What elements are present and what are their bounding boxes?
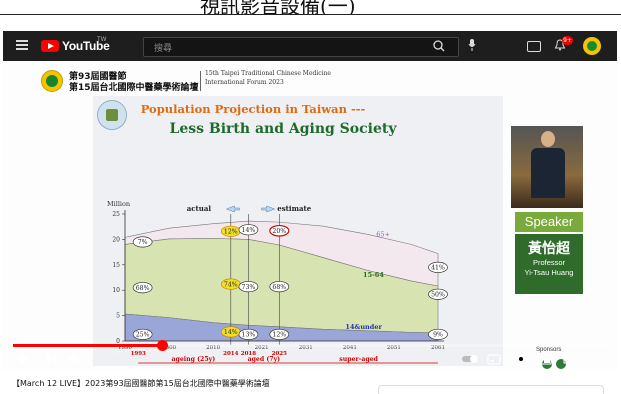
youtube-logo-icon[interactable] (41, 40, 59, 52)
play-icon[interactable] (20, 353, 30, 365)
fullscreen-icon[interactable] (589, 352, 603, 366)
create-video-icon[interactable] (527, 41, 541, 52)
y-tick-label: 20 (112, 236, 120, 243)
y-tick-label: 25 (112, 211, 120, 218)
y-tick-label: 5 (116, 313, 120, 320)
avatar[interactable] (583, 37, 601, 55)
legend-estimate: estimate (277, 204, 311, 213)
document-caption-text: 視訊影音設備(一) (200, 0, 356, 15)
youtube-header: YouTube TW 搜尋 9+ (3, 31, 617, 61)
microphone-icon[interactable] (468, 39, 476, 51)
forum-line-1: 15th Taipei Traditional Chinese Medicine (205, 70, 331, 77)
percent-label: 74% (224, 281, 238, 288)
org-line-2: 第15屆台北國際中醫藥學術論壇 (69, 83, 199, 93)
speaker-title: Professor (532, 258, 566, 267)
autoplay-toggle-icon[interactable] (461, 352, 479, 366)
y-tick-label: 15 (112, 262, 120, 269)
percent-label: 12% (272, 332, 286, 339)
forum-logo-icon (41, 70, 63, 92)
settings-icon[interactable] (514, 352, 528, 366)
speaker-photo (511, 126, 583, 208)
search-placeholder: 搜尋 (154, 44, 173, 54)
progress-fill (13, 344, 162, 347)
speaker-name-en: Yi-Tsau Huang (524, 268, 574, 277)
era-label: super-aged (339, 356, 378, 363)
video-frame[interactable]: 第93屆國醫節 第15屆台北國際中醫藥學術論壇 15th Taipei Trad… (3, 61, 617, 370)
forum-line-2: International Forum 2023 (205, 79, 284, 86)
era-label: ageing (25y) (171, 356, 215, 363)
legend-actual: actual (187, 204, 212, 213)
x-tick-label-red: 2014 (223, 351, 238, 357)
document-caption: 視訊影音設備(一) (0, 0, 621, 15)
percent-label: 68% (272, 284, 286, 291)
volume-icon[interactable] (67, 353, 81, 365)
menu-icon[interactable] (16, 40, 28, 50)
percent-label: 41% (431, 265, 445, 272)
arrow-left-icon (225, 205, 240, 213)
notification-badge: 9+ (562, 36, 573, 45)
percent-label: 7% (138, 239, 148, 246)
scrubber-handle[interactable] (156, 340, 168, 351)
y-tick-label: 10 (112, 287, 120, 294)
search-icon[interactable] (421, 37, 457, 55)
region-label-15-64: 15-64 (363, 271, 384, 279)
region-label-14-under: 14&under (345, 323, 382, 331)
next-icon[interactable] (45, 353, 57, 365)
speaker-name: 黃怡超 (528, 241, 570, 257)
population-chart: 0510152025Million1990 2000 2010 2021 2031 204… (107, 200, 448, 364)
percent-label: 68% (136, 285, 150, 292)
progress-bar[interactable] (13, 340, 607, 351)
header-divider (200, 71, 201, 91)
search-input[interactable]: 搜尋 (143, 37, 459, 57)
video-title[interactable]: 【March 12 LIVE】2023第93屆國醫節第15屆台北國際中醫藥學術論… (12, 378, 270, 389)
region-label-65: 65+ (376, 230, 390, 238)
miniplayer-icon[interactable] (538, 352, 552, 366)
percent-label: 50% (431, 291, 445, 298)
video-player[interactable]: YouTube TW 搜尋 9+ 第93屆國醫節 第15屆台北國際中醫藥學術論壇… (3, 31, 617, 370)
presentation-slide: Population Projection in Taiwan --- Less… (93, 96, 503, 366)
percent-label: 13% (242, 332, 256, 339)
speaker-card: 黃怡超 Professor Yi-Tsau Huang (515, 234, 583, 294)
percent-label: 73% (242, 284, 256, 291)
percent-label: 9% (433, 332, 443, 339)
subtitles-icon[interactable] (487, 352, 501, 366)
region-code: TW (97, 36, 107, 43)
speaker-label: Speaker (515, 212, 583, 232)
percent-label: 14% (242, 227, 256, 234)
percent-label: 20% (272, 228, 286, 235)
percent-label: 12% (224, 228, 238, 235)
y-axis-title: Million (107, 200, 130, 208)
percent-label: 14% (224, 329, 238, 336)
theater-mode-icon[interactable] (563, 352, 577, 366)
arrow-right-icon (261, 205, 276, 213)
time-display: 1:50:54 / 7:22:45 (91, 355, 152, 363)
era-label: aged (7y) (248, 356, 281, 363)
percent-label: 25% (136, 332, 150, 339)
